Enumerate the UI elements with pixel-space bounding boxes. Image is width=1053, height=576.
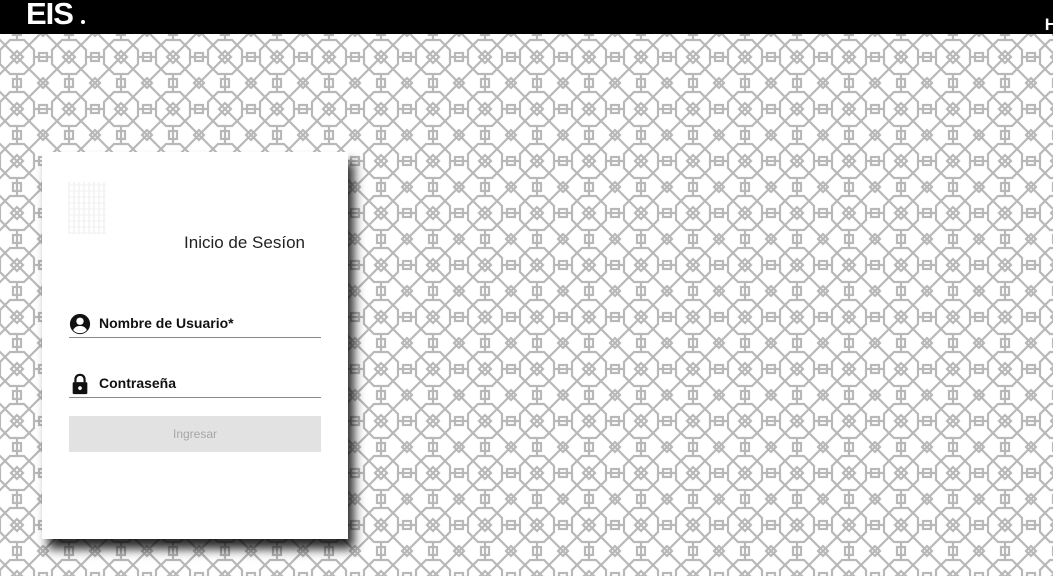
login-title-text: Inicio de Sesíon [184, 233, 305, 252]
top-navigation-bar: EIS H [0, 0, 1053, 34]
username-field[interactable]: Nombre de Usuario* [69, 311, 321, 338]
account-circle-icon [69, 313, 91, 335]
password-field[interactable]: Contraseña [69, 371, 321, 398]
logo-trademark-dot [81, 20, 85, 24]
topbar-right-text[interactable]: H [1045, 15, 1053, 35]
card-logo-placeholder [68, 182, 106, 234]
login-submit-button[interactable]: Ingresar [69, 416, 321, 452]
login-page: EIS H Inicio de Sesíon Nombre de Usuario… [0, 0, 1053, 576]
login-title: Inicio de Sesíon [42, 233, 348, 253]
lock-icon [72, 373, 88, 395]
login-card: Inicio de Sesíon Nombre de Usuario* Cont… [42, 152, 348, 539]
eis-logo[interactable]: EIS [26, 0, 74, 31]
